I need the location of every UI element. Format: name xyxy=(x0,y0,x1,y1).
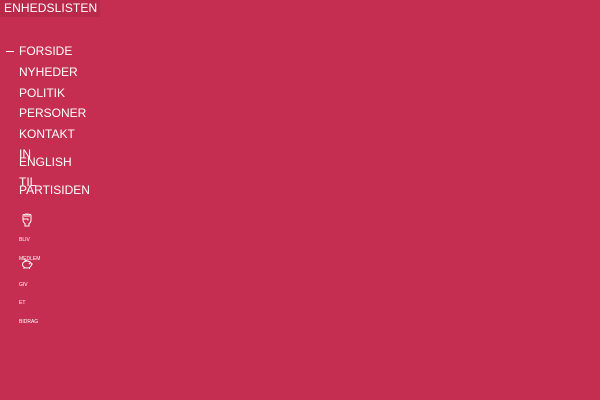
nav-item-forside[interactable]: FORSIDE xyxy=(19,45,72,58)
nav-item-politik[interactable]: POLITIK xyxy=(19,87,65,100)
piggy-bank-icon[interactable] xyxy=(20,257,34,271)
nav-item-nyheder[interactable]: NYHEDER xyxy=(19,66,78,79)
donate-label-line2[interactable]: ET xyxy=(19,300,25,306)
donate-label-line3[interactable]: BIDRAG xyxy=(19,319,38,325)
nav-item-personer[interactable]: PERSONER xyxy=(19,107,86,120)
join-label-line1[interactable]: BLIV xyxy=(19,237,30,243)
donate-label-line1[interactable]: GIV xyxy=(19,282,28,288)
nav-item-english[interactable]: ENGLISH xyxy=(19,156,72,169)
nav-item-kontakt[interactable]: KONTAKT xyxy=(19,128,75,141)
nav-item-partisiden[interactable]: PARTISIDEN xyxy=(19,184,90,197)
active-indicator xyxy=(6,51,14,52)
raised-fist-icon[interactable] xyxy=(20,213,34,227)
site-logo[interactable]: ENHEDSLISTEN xyxy=(0,0,101,17)
